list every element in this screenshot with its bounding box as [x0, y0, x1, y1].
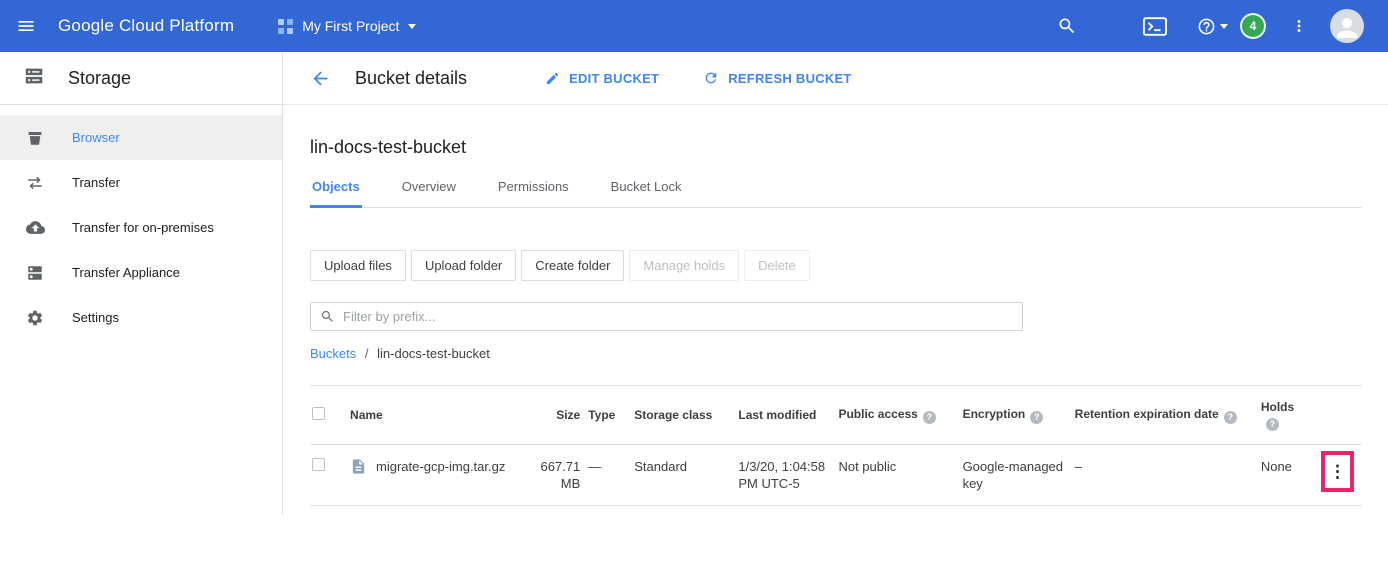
sidebar-header: Storage: [0, 52, 282, 105]
bucket-name: lin-docs-test-bucket: [310, 137, 1362, 158]
annotation-highlight-box: ⋮: [1321, 451, 1354, 492]
row-more-options-icon[interactable]: ⋮: [1329, 463, 1346, 480]
tab-bucket-lock[interactable]: Bucket Lock: [609, 173, 684, 207]
sidebar-item-transfer[interactable]: Transfer: [0, 160, 282, 205]
object-actions: Upload files Upload folder Create folder…: [310, 250, 1362, 281]
page-header: Bucket details EDIT BUCKET REFRESH BUCKE…: [283, 52, 1388, 105]
breadcrumb-current: lin-docs-test-bucket: [377, 346, 490, 361]
search-icon[interactable]: [1057, 16, 1077, 36]
object-last-modified: 1/3/20, 1:04:58 PM UTC-5: [738, 444, 838, 505]
filter-input[interactable]: [343, 309, 1013, 324]
create-folder-button[interactable]: Create folder: [521, 250, 624, 281]
object-size: 667.71 MB: [530, 444, 588, 505]
column-header-holds: Holds?: [1261, 386, 1316, 445]
page-title: Bucket details: [355, 68, 467, 89]
search-icon: [320, 309, 335, 324]
sidebar-item-label: Transfer Appliance: [72, 265, 180, 280]
column-header-size: Size: [530, 386, 588, 445]
object-holds: None: [1261, 444, 1316, 505]
help-icon[interactable]: ?: [923, 411, 936, 424]
appliance-icon: [25, 264, 45, 282]
refresh-bucket-button[interactable]: REFRESH BUCKET: [703, 70, 851, 86]
gear-icon: [25, 309, 45, 327]
breadcrumb-buckets-link[interactable]: Buckets: [310, 346, 356, 361]
upload-files-button[interactable]: Upload files: [310, 250, 406, 281]
chevron-down-icon: [408, 24, 416, 29]
transfer-arrows-icon: [25, 174, 45, 192]
column-header-last-modified: Last modified: [738, 386, 838, 445]
sidebar-item-settings[interactable]: Settings: [0, 295, 282, 340]
bucket-details-content: lin-docs-test-bucket Objects Overview Pe…: [283, 105, 1388, 506]
breadcrumb: Buckets / lin-docs-test-bucket: [310, 346, 1362, 361]
sidebar: Storage Browser Transfer Transfer for on…: [0, 52, 283, 515]
object-type: —: [588, 444, 634, 505]
object-retention: –: [1075, 444, 1261, 505]
table-row: migrate-gcp-img.tar.gz 667.71 MB — Stand…: [310, 444, 1362, 505]
topbar: Google Cloud Platform My First Project 4: [0, 0, 1388, 52]
avatar[interactable]: [1330, 9, 1364, 43]
delete-button: Delete: [744, 250, 810, 281]
breadcrumb-separator: /: [365, 346, 369, 361]
hamburger-menu-icon[interactable]: [0, 0, 52, 52]
column-header-storage-class: Storage class: [634, 386, 738, 445]
tab-objects[interactable]: Objects: [310, 173, 362, 207]
edit-bucket-button[interactable]: EDIT BUCKET: [545, 71, 659, 86]
table-header-row: Name Size Type Storage class Last modifi…: [310, 386, 1362, 445]
cloud-shell-icon[interactable]: [1143, 17, 1167, 36]
bucket-icon: [25, 129, 45, 147]
help-icon[interactable]: ?: [1224, 411, 1237, 424]
tab-permissions[interactable]: Permissions: [496, 173, 571, 207]
help-icon[interactable]: ?: [1030, 411, 1043, 424]
objects-table: Name Size Type Storage class Last modifi…: [310, 385, 1362, 506]
column-header-retention: Retention expiration date?: [1075, 386, 1261, 445]
sidebar-item-transfer-on-premises[interactable]: Transfer for on-premises: [0, 205, 282, 250]
storage-product-icon: [23, 65, 45, 92]
sidebar-item-transfer-appliance[interactable]: Transfer Appliance: [0, 250, 282, 295]
tab-bar: Objects Overview Permissions Bucket Lock: [310, 173, 1362, 208]
sidebar-item-label: Transfer for on-premises: [72, 220, 214, 235]
column-header-encryption: Encryption?: [963, 386, 1075, 445]
manage-holds-button: Manage holds: [629, 250, 739, 281]
sidebar-nav: Browser Transfer Transfer for on-premise…: [0, 105, 282, 340]
object-storage-class: Standard: [634, 444, 738, 505]
help-icon[interactable]: ?: [1266, 418, 1279, 431]
brand-title: Google Cloud Platform: [58, 16, 234, 36]
topbar-actions: 4: [1057, 9, 1388, 43]
cloud-upload-icon: [25, 218, 45, 237]
object-encryption: Google-managed key: [963, 444, 1075, 505]
sidebar-item-browser[interactable]: Browser: [0, 115, 282, 160]
sidebar-item-label: Browser: [72, 130, 120, 145]
column-header-name: Name: [350, 386, 530, 445]
object-public-access: Not public: [838, 444, 962, 505]
column-header-public-access: Public access?: [838, 386, 962, 445]
sidebar-item-label: Settings: [72, 310, 119, 325]
file-icon: [350, 458, 367, 475]
more-options-icon[interactable]: [1290, 17, 1308, 35]
column-header-actions: [1316, 386, 1362, 445]
object-name-link[interactable]: migrate-gcp-img.tar.gz: [376, 458, 505, 475]
back-arrow-icon[interactable]: [310, 68, 331, 89]
tab-overview[interactable]: Overview: [400, 173, 458, 207]
refresh-icon: [703, 70, 719, 86]
project-selector[interactable]: My First Project: [278, 18, 416, 34]
project-icon: [278, 19, 293, 34]
help-icon[interactable]: [1197, 17, 1228, 36]
sidebar-title: Storage: [68, 68, 131, 89]
chevron-down-icon: [1220, 24, 1228, 29]
filter-by-prefix-field: [310, 302, 1023, 331]
upload-folder-button[interactable]: Upload folder: [411, 250, 516, 281]
select-all-checkbox[interactable]: [312, 407, 325, 420]
pencil-icon: [545, 71, 560, 86]
row-checkbox[interactable]: [312, 458, 325, 471]
project-name: My First Project: [302, 18, 399, 34]
sidebar-item-label: Transfer: [72, 175, 120, 190]
column-header-type: Type: [588, 386, 634, 445]
notifications-badge[interactable]: 4: [1242, 15, 1264, 37]
main-panel: Bucket details EDIT BUCKET REFRESH BUCKE…: [283, 52, 1388, 515]
